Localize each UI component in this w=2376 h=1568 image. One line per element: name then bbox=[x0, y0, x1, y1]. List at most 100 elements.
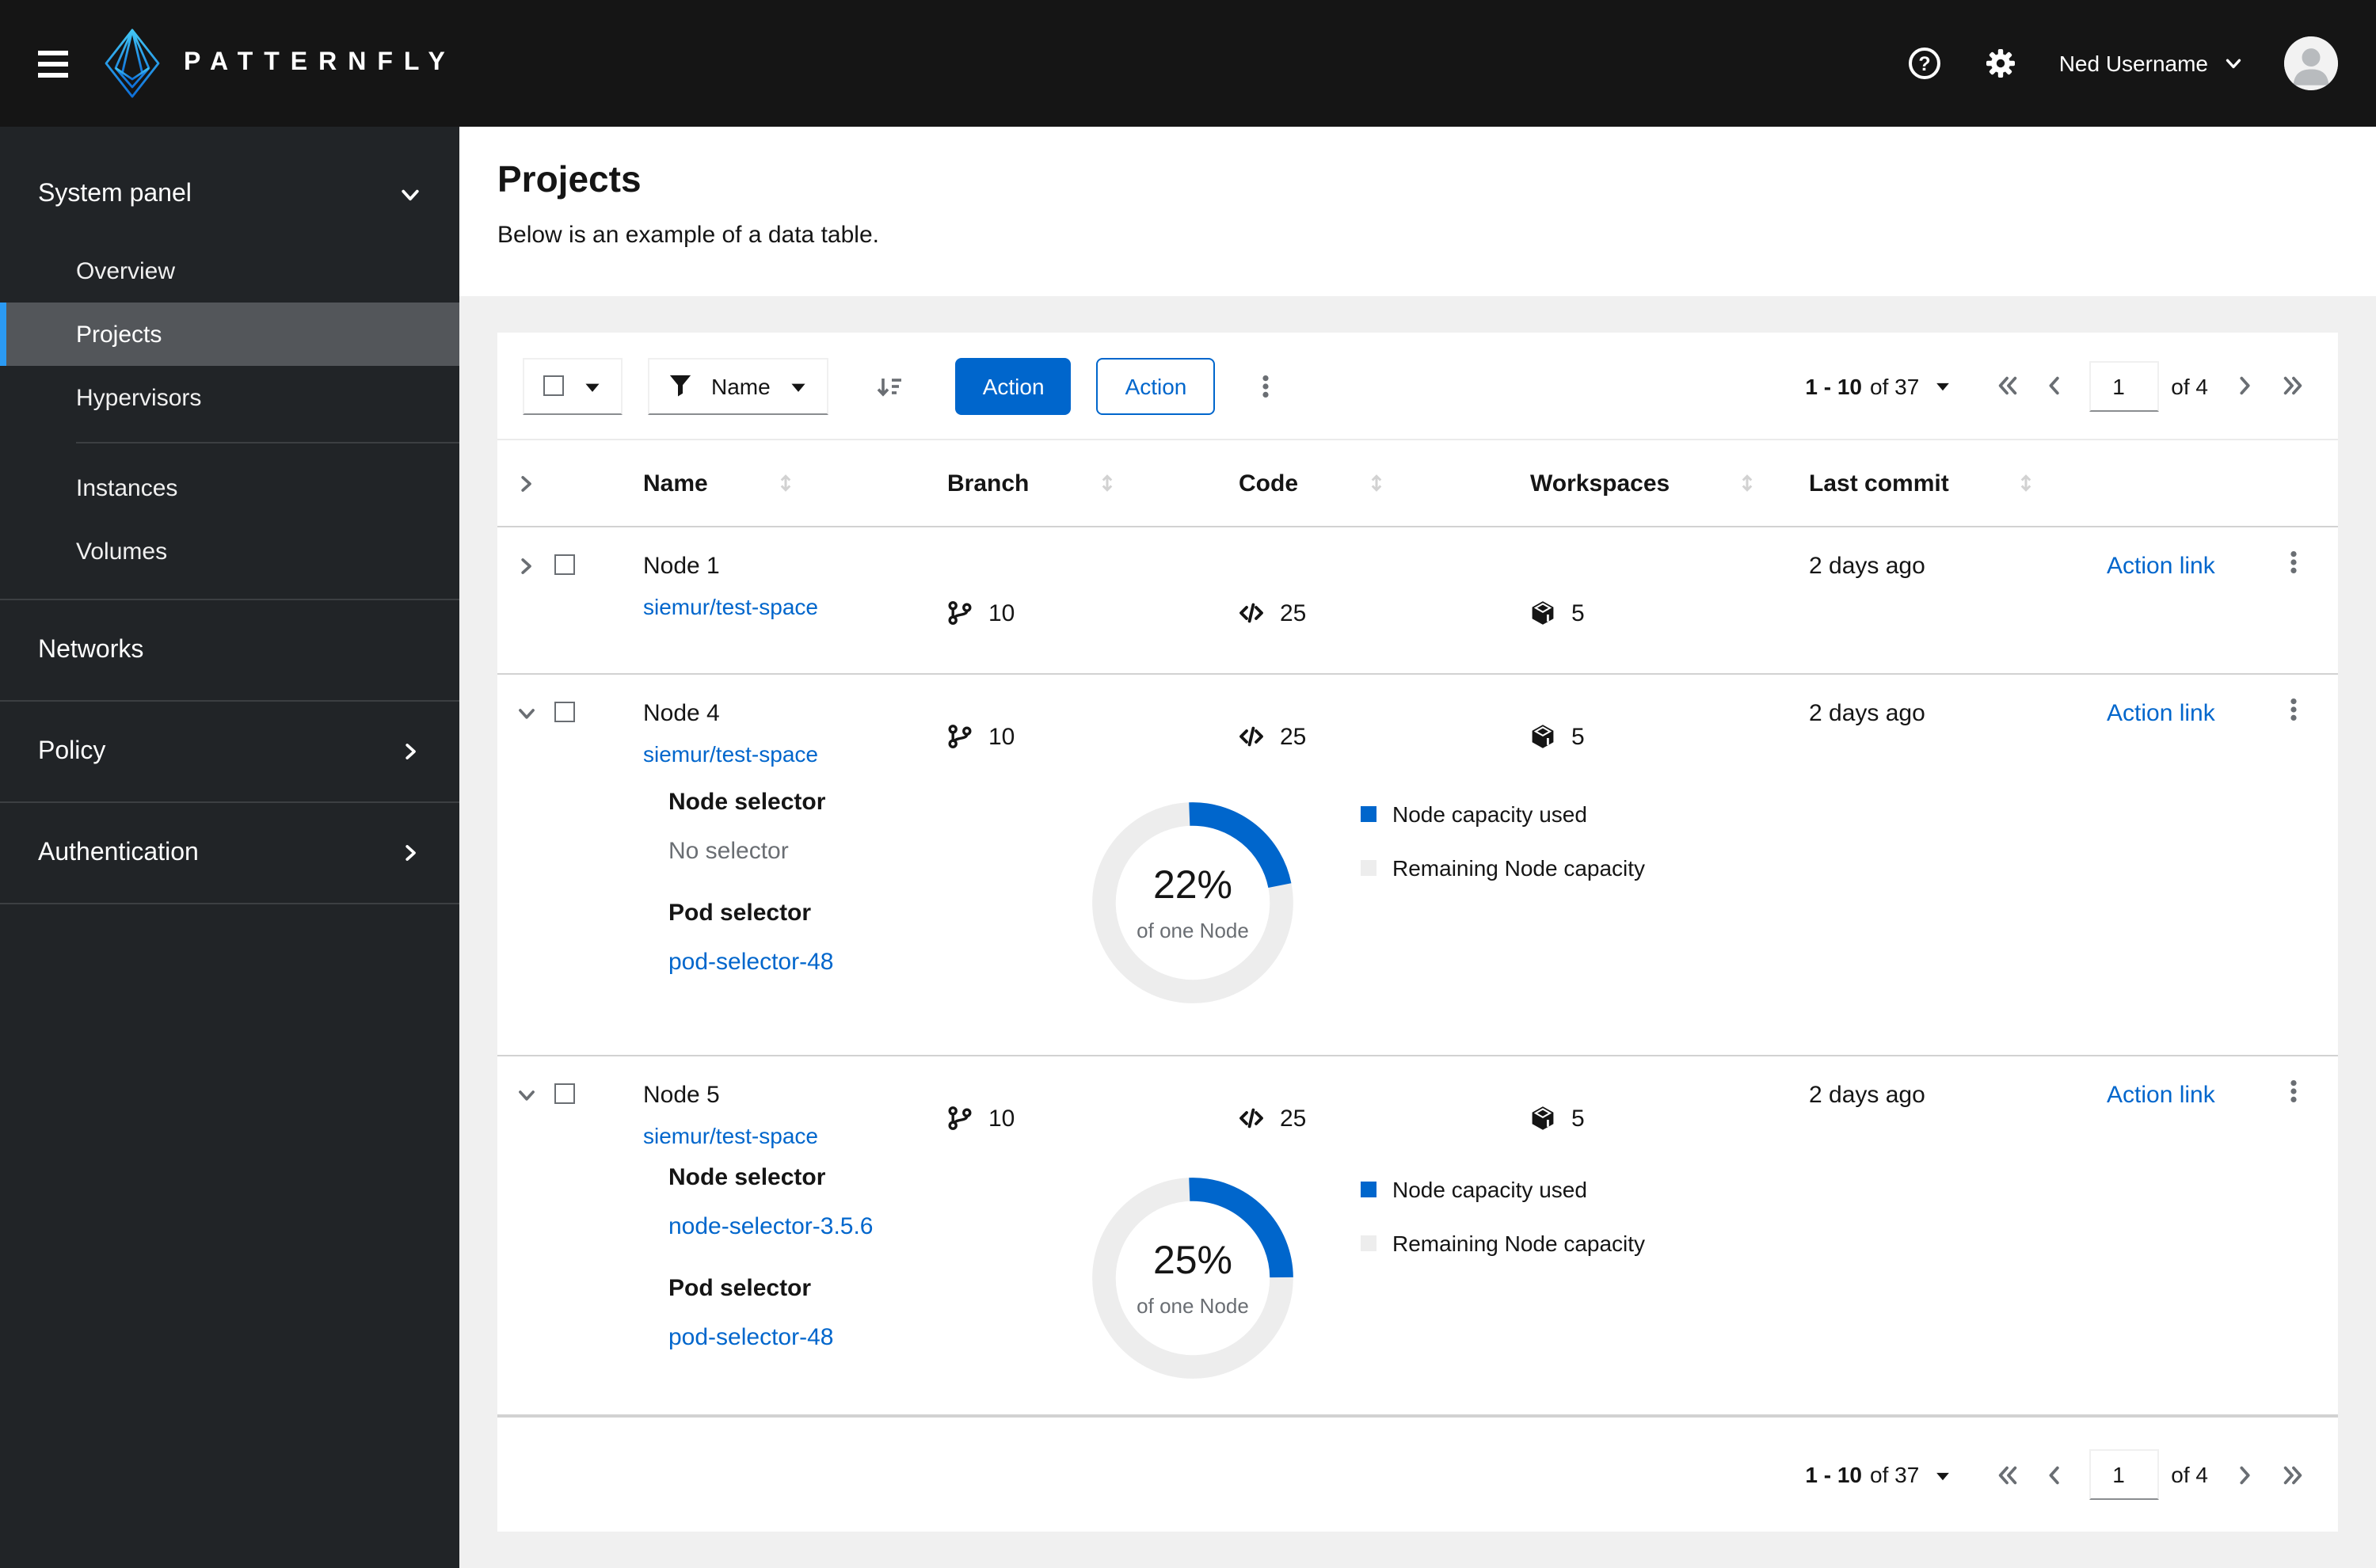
toolbar-kebab-menu[interactable] bbox=[1247, 357, 1285, 414]
bulk-select-dropdown[interactable] bbox=[523, 357, 623, 414]
last-commit: 2 days ago bbox=[1809, 1082, 1925, 1109]
sidebar-item-instances[interactable]: Instances bbox=[0, 456, 459, 519]
sort-button[interactable] bbox=[864, 357, 915, 414]
chevron-down-icon bbox=[402, 189, 419, 201]
next-page-button[interactable] bbox=[2224, 1454, 2265, 1495]
column-header-code[interactable]: Code bbox=[1213, 470, 1505, 497]
legend-swatch-remaining bbox=[1361, 1235, 1376, 1251]
workspaces-count: 5 bbox=[1571, 723, 1585, 750]
sidebar-item-overview[interactable]: Overview bbox=[0, 239, 459, 303]
sidebar-item-policy[interactable]: Policy bbox=[0, 702, 459, 801]
action-link[interactable]: Action link bbox=[2107, 700, 2215, 727]
column-header-branch[interactable]: Branch bbox=[922, 470, 1213, 497]
angle-double-left-icon bbox=[1999, 1465, 2017, 1484]
total-pages-label: of 4 bbox=[2171, 373, 2208, 398]
pagination-range-dropdown[interactable]: 1 - 10 of 37 bbox=[1805, 373, 1951, 398]
pod-selector-link[interactable]: pod-selector-48 bbox=[668, 949, 833, 976]
avatar[interactable] bbox=[2284, 36, 2338, 90]
column-header-last-commit[interactable]: Last commit bbox=[1784, 470, 2081, 497]
donut-legend: Node capacity used Remaining Node capaci… bbox=[1361, 801, 1645, 909]
code-count: 25 bbox=[1280, 1105, 1307, 1132]
legend-item-used: Node capacity used bbox=[1361, 1177, 1645, 1202]
filter-dropdown[interactable]: Name bbox=[648, 357, 829, 414]
code-count: 25 bbox=[1280, 599, 1307, 626]
next-page-button[interactable] bbox=[2224, 365, 2265, 406]
node-capacity-donut-chart: 25% of one Node bbox=[1076, 1161, 1310, 1395]
current-page-input[interactable] bbox=[2089, 360, 2159, 411]
column-header-workspaces[interactable]: Workspaces bbox=[1505, 470, 1784, 497]
row-checkbox[interactable] bbox=[554, 527, 618, 673]
sidebar-group-system-panel[interactable]: System panel bbox=[0, 150, 459, 239]
patternfly-app: PATTERNFLY ? Ned Username System panel O… bbox=[0, 0, 2376, 1568]
previous-page-button[interactable] bbox=[2035, 1454, 2076, 1495]
divider bbox=[0, 903, 459, 904]
space-link[interactable]: siemur/test-space bbox=[643, 594, 818, 619]
collapse-row-button[interactable] bbox=[497, 1056, 554, 1155]
sidebar-item-hypervisors[interactable]: Hypervisors bbox=[0, 366, 459, 429]
angle-left-icon bbox=[2049, 376, 2059, 395]
legend-swatch-used bbox=[1361, 806, 1376, 822]
pagination-range-dropdown[interactable]: 1 - 10 of 37 bbox=[1805, 1462, 1951, 1487]
previous-page-button[interactable] bbox=[2035, 365, 2076, 406]
row-kebab-menu[interactable] bbox=[2249, 1056, 2338, 1155]
row-kebab-menu[interactable] bbox=[2249, 527, 2338, 673]
row-checkbox[interactable] bbox=[554, 1056, 618, 1155]
node-selector-label: Node selector bbox=[668, 789, 826, 816]
row-expansion: Node selector No selector Pod selector p… bbox=[497, 773, 2338, 1056]
code-branch-icon bbox=[948, 601, 972, 625]
chevron-down-icon bbox=[2226, 59, 2241, 69]
brand: PATTERNFLY bbox=[103, 27, 456, 100]
space-link[interactable]: siemur/test-space bbox=[643, 1123, 818, 1148]
masthead-utilities: ? Ned Username bbox=[1907, 36, 2338, 90]
donut-percent-value: 25% bbox=[1152, 1239, 1233, 1283]
chevron-right-icon bbox=[406, 845, 416, 861]
space-link[interactable]: siemur/test-space bbox=[643, 741, 818, 767]
last-page-button[interactable] bbox=[2271, 365, 2313, 406]
node-name: Node 4 bbox=[643, 700, 720, 727]
current-page-input[interactable] bbox=[2089, 1449, 2159, 1500]
expand-all-button[interactable] bbox=[497, 473, 554, 493]
collapse-row-button[interactable] bbox=[497, 675, 554, 773]
user-menu[interactable]: Ned Username bbox=[2059, 51, 2243, 76]
pod-selector-link[interactable]: pod-selector-48 bbox=[668, 1324, 833, 1351]
action-secondary-button[interactable]: Action bbox=[1096, 357, 1216, 414]
row-checkbox[interactable] bbox=[554, 675, 618, 773]
row-kebab-menu[interactable] bbox=[2249, 675, 2338, 773]
donut-percent-value: 22% bbox=[1152, 863, 1233, 908]
pod-selector-label: Pod selector bbox=[668, 1275, 812, 1302]
kebab-icon bbox=[1262, 375, 1270, 397]
action-primary-button[interactable]: Action bbox=[955, 357, 1072, 414]
column-header-name[interactable]: Name bbox=[618, 470, 922, 497]
sort-updown-icon bbox=[2020, 474, 2032, 492]
table-row: Node 4 siemur/test-space 10 25 5 2 days a… bbox=[497, 675, 2338, 773]
kebab-icon bbox=[2290, 698, 2297, 721]
main-content: Projects Below is an example of a data t… bbox=[459, 127, 2376, 1568]
workspaces-count: 5 bbox=[1571, 1105, 1585, 1132]
help-icon[interactable]: ? bbox=[1907, 46, 1942, 81]
action-link[interactable]: Action link bbox=[2107, 553, 2215, 580]
first-page-button[interactable] bbox=[1987, 365, 2028, 406]
nav-toggle-hamburger-icon[interactable] bbox=[38, 50, 68, 77]
legend-swatch-remaining bbox=[1361, 860, 1376, 876]
node-selector-value: No selector bbox=[668, 838, 789, 865]
branch-count: 10 bbox=[988, 599, 1015, 626]
node-selector-link[interactable]: node-selector-3.5.6 bbox=[668, 1213, 874, 1240]
page-header: Projects Below is an example of a data t… bbox=[459, 127, 2376, 296]
action-link[interactable]: Action link bbox=[2107, 1082, 2215, 1109]
bulk-select-checkbox[interactable] bbox=[543, 375, 564, 396]
sidebar-item-networks[interactable]: Networks bbox=[0, 600, 459, 700]
first-page-button[interactable] bbox=[1987, 1454, 2028, 1495]
legend-item-remaining: Remaining Node capacity bbox=[1361, 1231, 1645, 1256]
divider bbox=[76, 442, 459, 443]
sidebar-item-projects[interactable]: Projects bbox=[0, 303, 459, 366]
sidebar-item-volumes[interactable]: Volumes bbox=[0, 519, 459, 583]
legend-item-remaining: Remaining Node capacity bbox=[1361, 855, 1645, 881]
last-commit: 2 days ago bbox=[1809, 553, 1925, 580]
expand-row-button[interactable] bbox=[497, 527, 554, 673]
settings-gear-icon[interactable] bbox=[1983, 46, 2018, 81]
sidebar-item-authentication[interactable]: Authentication bbox=[0, 803, 459, 903]
masthead: PATTERNFLY ? Ned Username bbox=[0, 0, 2376, 127]
last-page-button[interactable] bbox=[2271, 1454, 2313, 1495]
cube-icon bbox=[1531, 1106, 1555, 1131]
chevron-right-icon bbox=[521, 558, 531, 574]
